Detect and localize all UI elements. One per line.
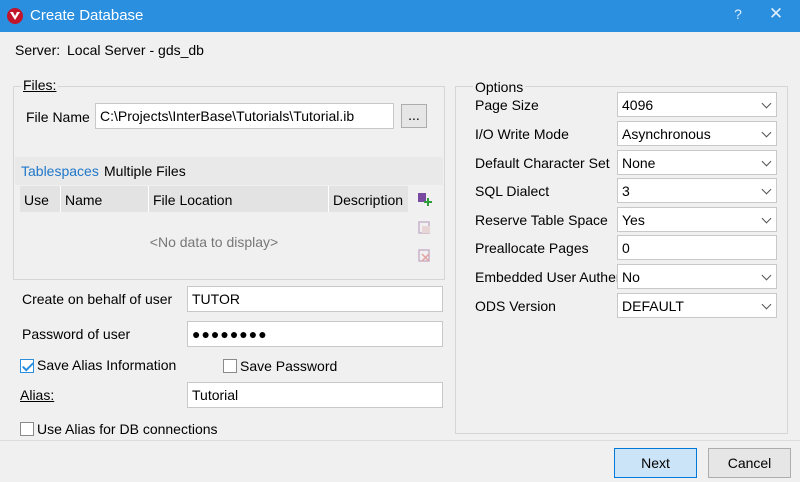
help-button[interactable]: ?: [728, 6, 748, 22]
delete-tablespace-icon[interactable]: [418, 249, 432, 263]
use-alias-label[interactable]: Use Alias for DB connections: [37, 421, 218, 437]
tab-tablespaces[interactable]: Tablespaces: [21, 163, 99, 179]
column-header-use[interactable]: Use: [20, 186, 61, 212]
save-alias-label[interactable]: Save Alias Information: [37, 357, 176, 373]
server-value: Local Server - gds_db: [67, 42, 204, 58]
files-tabstrip: Tablespaces Multiple Files: [15, 157, 443, 185]
tablespaces-grid[interactable]: Use Name File Location Description <No d…: [20, 186, 408, 272]
next-button[interactable]: Next: [614, 448, 697, 478]
option-io-write-mode-value: Asynchronous: [622, 126, 711, 142]
column-header-file-location[interactable]: File Location: [149, 186, 329, 212]
option-embedded-user-label: Embedded User Authen: [475, 269, 619, 285]
chevron-down-icon: [761, 213, 772, 224]
tab-multiple-files[interactable]: Multiple Files: [104, 163, 186, 179]
create-on-behalf-input[interactable]: TUTOR: [187, 286, 443, 312]
files-group-title: Files:: [21, 77, 59, 93]
option-sql-dialect-label: SQL Dialect: [475, 183, 550, 199]
add-tablespace-icon[interactable]: [418, 192, 432, 206]
save-alias-checkbox[interactable]: [20, 359, 34, 373]
options-group-title: Options: [473, 79, 526, 95]
save-password-label[interactable]: Save Password: [240, 358, 337, 374]
server-label: Server:: [15, 42, 61, 58]
grid-header: Use Name File Location Description: [20, 186, 408, 212]
close-button[interactable]: ✕: [764, 4, 788, 24]
column-header-name[interactable]: Name: [61, 186, 149, 212]
option-preallocate-label: Preallocate Pages: [475, 240, 589, 256]
alias-label: Alias:: [20, 387, 55, 403]
option-page-size-label: Page Size: [475, 97, 539, 113]
option-reserve-space-select[interactable]: Yes: [617, 207, 777, 232]
option-embedded-user-select[interactable]: No: [617, 264, 777, 289]
chevron-down-icon: [761, 184, 772, 195]
password-input[interactable]: ●●●●●●●●: [187, 321, 443, 347]
option-ods-version-value: DEFAULT: [622, 298, 684, 314]
option-ods-version-select[interactable]: DEFAULT: [617, 293, 777, 318]
grid-empty-text: <No data to display>: [149, 234, 279, 250]
option-reserve-space-value: Yes: [622, 212, 645, 228]
chevron-down-icon: [761, 299, 772, 310]
option-page-size-value: 4096: [622, 97, 654, 113]
column-header-description[interactable]: Description: [329, 186, 408, 212]
window-title: Create Database: [30, 7, 144, 24]
option-reserve-space-label: Reserve Table Space: [475, 212, 608, 228]
option-embedded-user-value: No: [622, 269, 640, 285]
file-name-input[interactable]: C:\Projects\InterBase\Tutorials\Tutorial…: [95, 103, 394, 129]
option-sql-dialect-select[interactable]: 3: [617, 178, 777, 203]
option-preallocate-value: 0: [622, 240, 630, 256]
password-label: Password of user: [22, 326, 131, 342]
alias-input[interactable]: Tutorial: [187, 382, 443, 408]
title-bar: Create Database ? ✕: [0, 0, 800, 32]
edit-tablespace-icon[interactable]: [418, 221, 432, 235]
option-preallocate-input[interactable]: 0: [617, 235, 777, 260]
chevron-down-icon: [761, 270, 772, 281]
option-sql-dialect-value: 3: [622, 183, 630, 199]
save-password-checkbox[interactable]: [223, 359, 237, 373]
cancel-button[interactable]: Cancel: [708, 448, 791, 478]
browse-button[interactable]: ...: [401, 104, 427, 128]
option-io-write-mode-label: I/O Write Mode: [475, 126, 569, 142]
option-io-write-mode-select[interactable]: Asynchronous: [617, 121, 777, 146]
option-charset-label: Default Character Set: [475, 155, 610, 171]
file-name-label: File Name: [26, 109, 90, 125]
option-page-size-select[interactable]: 4096: [617, 92, 777, 117]
app-logo-icon: [7, 8, 23, 24]
chevron-down-icon: [761, 98, 772, 109]
use-alias-checkbox[interactable]: [20, 422, 34, 436]
chevron-down-icon: [761, 156, 772, 167]
option-ods-version-label: ODS Version: [475, 298, 556, 314]
chevron-down-icon: [761, 127, 772, 138]
option-charset-select[interactable]: None: [617, 150, 777, 175]
create-on-behalf-label: Create on behalf of user: [22, 291, 173, 307]
option-charset-value: None: [622, 155, 656, 171]
